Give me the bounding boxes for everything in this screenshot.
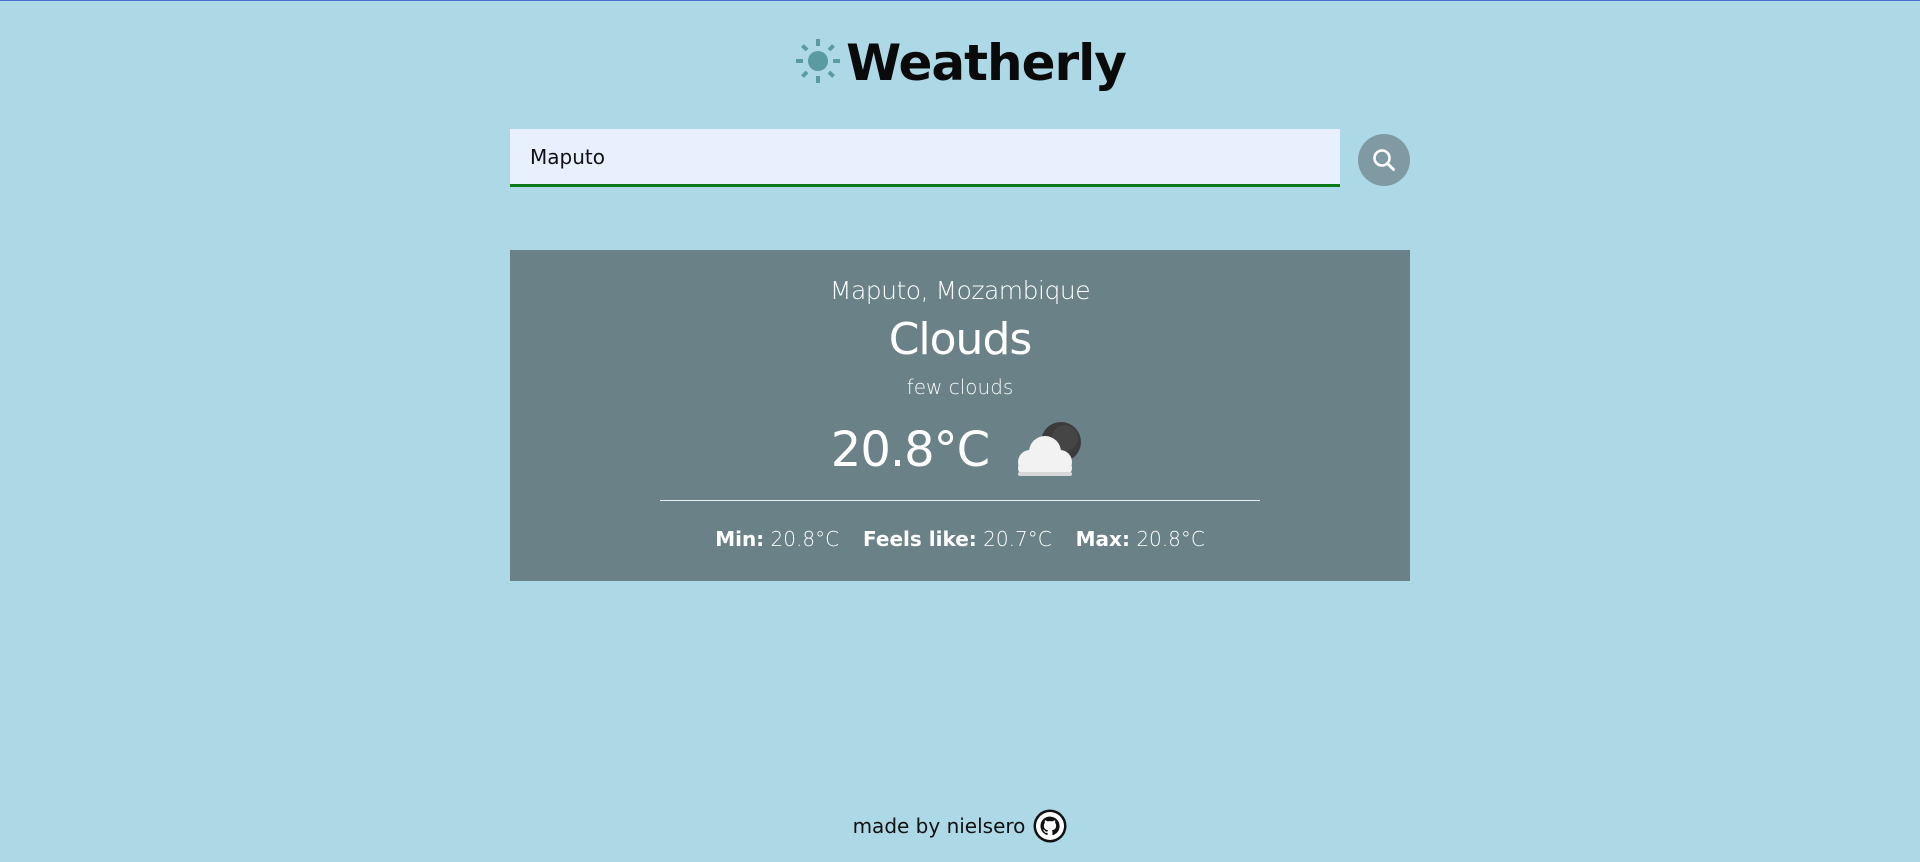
- footer: made by nielsero: [0, 808, 1920, 844]
- max-label: Max:: [1075, 527, 1130, 551]
- min-value: 20.8°C: [770, 527, 840, 551]
- temperature-row: 20.8°C: [510, 418, 1410, 482]
- weather-card: Maputo, Mozambique Clouds few clouds 20.…: [510, 250, 1410, 581]
- temperature-stats: Min: 20.8°C Feels like: 20.7°C Max: 20.8…: [510, 527, 1410, 551]
- app-title: Weatherly: [846, 33, 1127, 92]
- weather-condition: Clouds: [888, 314, 1033, 365]
- top-border: [0, 0, 1920, 1]
- feels-like-label: Feels like:: [863, 527, 977, 551]
- max-temperature: Max: 20.8°C: [1076, 527, 1205, 551]
- app-header: Weatherly: [0, 30, 1920, 95]
- feels-like-temperature: Feels like: 20.7°C: [863, 527, 1052, 551]
- search-button[interactable]: [1358, 134, 1410, 186]
- search-bar: [510, 129, 1410, 190]
- min-label: Min:: [715, 527, 765, 551]
- feels-like-value: 20.7°C: [983, 527, 1052, 551]
- current-temperature: 20.8°C: [830, 422, 990, 478]
- github-icon: [1033, 809, 1067, 843]
- card-divider: [660, 500, 1260, 501]
- min-temperature: Min: 20.8°C: [715, 527, 839, 551]
- few-clouds-night-icon: [1018, 422, 1082, 476]
- location-name: Maputo, Mozambique: [829, 276, 1091, 305]
- github-link[interactable]: [1033, 809, 1067, 843]
- search-icon: [1373, 149, 1395, 171]
- city-search-input[interactable]: [510, 129, 1340, 187]
- sun-icon: [796, 38, 841, 83]
- footer-credit: made by nielsero: [852, 814, 1026, 838]
- weather-description: few clouds: [906, 375, 1014, 399]
- max-value: 20.8°C: [1136, 527, 1205, 551]
